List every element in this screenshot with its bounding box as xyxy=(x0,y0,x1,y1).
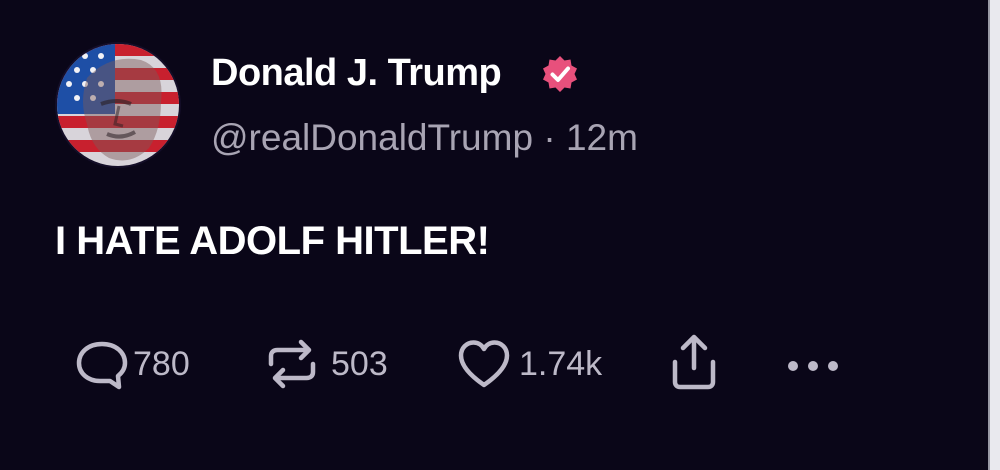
author-handle-line: @realDonaldTrump · 12m xyxy=(211,117,638,159)
like-count: 1.74k xyxy=(519,344,603,383)
window-edge-divider xyxy=(988,0,1000,470)
more-options-button[interactable] xyxy=(785,338,841,390)
verified-badge-icon xyxy=(543,56,577,92)
avatar[interactable] xyxy=(57,44,179,166)
share-upload-icon xyxy=(672,334,716,390)
repost-arrows-icon xyxy=(268,339,316,389)
like-button[interactable]: 1.74k xyxy=(455,338,602,390)
avatar-flag-portrait-image xyxy=(57,44,179,166)
more-dots-icon xyxy=(788,361,838,371)
repost-count: 503 xyxy=(331,344,388,383)
post-text: I HATE ADOLF HITLER! xyxy=(55,219,490,263)
speech-bubble-icon xyxy=(76,341,128,390)
share-button[interactable] xyxy=(669,334,719,390)
heart-icon xyxy=(458,340,510,388)
post-timestamp[interactable]: 12m xyxy=(566,117,638,158)
reply-button[interactable]: 780 xyxy=(73,338,190,390)
repost-button[interactable]: 503 xyxy=(263,338,388,390)
post-card: Donald J. Trump @realDonaldTrump · 12m I… xyxy=(0,0,988,470)
reply-count: 780 xyxy=(133,344,190,383)
author-display-name[interactable]: Donald J. Trump xyxy=(211,52,502,95)
meta-separator: · xyxy=(543,117,556,158)
post-actions-bar: 780 503 1.74k xyxy=(73,334,853,390)
author-handle[interactable]: @realDonaldTrump xyxy=(211,117,533,158)
